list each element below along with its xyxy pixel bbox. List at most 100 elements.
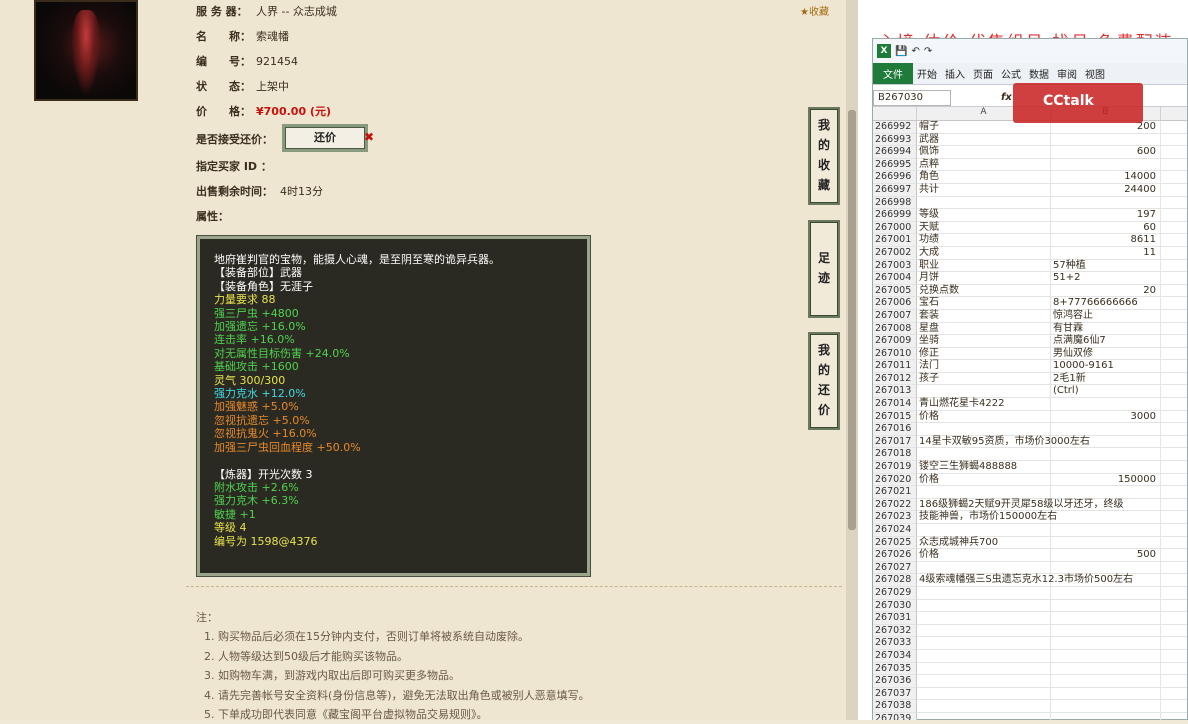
cell-b[interactable]: 51+2: [1051, 272, 1161, 285]
cell-a[interactable]: 坐骑: [917, 335, 1051, 348]
row-number[interactable]: 267007: [873, 309, 917, 323]
cell-b[interactable]: [1051, 423, 1161, 436]
cell-a[interactable]: 等级: [917, 209, 1051, 222]
cell-a[interactable]: 青山燃花星卡4222: [917, 398, 1051, 411]
row-number[interactable]: 267019: [873, 461, 917, 474]
row-number[interactable]: 267029: [873, 586, 917, 600]
cell-b[interactable]: [1051, 524, 1161, 537]
cell-b[interactable]: [1051, 700, 1161, 713]
cell-a[interactable]: 点粹: [917, 158, 1051, 172]
cell-b[interactable]: 惊鸿容止: [1051, 309, 1161, 323]
row-number[interactable]: 267006: [873, 297, 917, 310]
cell-a[interactable]: 法门: [917, 360, 1051, 373]
row-number[interactable]: 266997: [873, 183, 917, 197]
cell-b[interactable]: 有甘霖: [1051, 322, 1161, 336]
row-number[interactable]: 266996: [873, 171, 917, 184]
cell-a[interactable]: [917, 586, 1051, 600]
name-box[interactable]: B267030: [873, 89, 951, 106]
cell-a[interactable]: [917, 624, 1051, 638]
ribbon-tab[interactable]: 审阅: [1053, 66, 1081, 81]
cell-a[interactable]: [917, 561, 1051, 575]
row-number[interactable]: 267024: [873, 524, 917, 537]
cell-b[interactable]: 10000-9161: [1051, 360, 1161, 373]
cell-a[interactable]: [917, 196, 1051, 210]
row-number[interactable]: 267015: [873, 410, 917, 424]
cell-a[interactable]: 月饼: [917, 272, 1051, 285]
cell-b[interactable]: [1051, 133, 1161, 147]
row-number[interactable]: 267031: [873, 612, 917, 625]
cell-b[interactable]: [1051, 612, 1161, 625]
save-icon[interactable]: 💾: [895, 46, 907, 57]
cell-a[interactable]: [917, 423, 1051, 436]
cell-a[interactable]: 大成: [917, 246, 1051, 260]
cell-b[interactable]: [1051, 486, 1161, 499]
cell-b[interactable]: 3000: [1051, 410, 1161, 424]
ribbon-tab[interactable]: 开始: [913, 66, 941, 81]
cell-b[interactable]: [1051, 624, 1161, 638]
cell-a[interactable]: 价格: [917, 410, 1051, 424]
cell-a[interactable]: 功绩: [917, 234, 1051, 247]
row-number[interactable]: 267038: [873, 700, 917, 713]
row-number[interactable]: 267033: [873, 637, 917, 650]
row-number[interactable]: 266993: [873, 133, 917, 147]
cell-b[interactable]: 57种植: [1051, 259, 1161, 273]
row-number[interactable]: 267010: [873, 347, 917, 361]
redo-icon[interactable]: ↷: [924, 46, 932, 57]
row-number[interactable]: 267000: [873, 221, 917, 235]
cell-a[interactable]: 众志成城神兵700: [917, 536, 1051, 550]
cell-a[interactable]: 4级索魂幡强三S虫遗忘克水12.3市场价500左右: [917, 574, 1133, 587]
undo-icon[interactable]: ↶: [911, 46, 919, 57]
cell-b[interactable]: 600: [1051, 146, 1161, 159]
cell-a[interactable]: 孩子: [917, 372, 1051, 386]
row-number[interactable]: 266995: [873, 158, 917, 172]
row-number[interactable]: 267009: [873, 335, 917, 348]
row-number[interactable]: 267030: [873, 599, 917, 613]
ribbon-tab[interactable]: 公式: [997, 66, 1025, 81]
row-number[interactable]: 267036: [873, 675, 917, 688]
fx-icon[interactable]: fx: [1001, 92, 1012, 103]
close-icon[interactable]: ✖: [364, 130, 374, 144]
cell-a[interactable]: 修正: [917, 347, 1051, 361]
cell-a[interactable]: [917, 700, 1051, 713]
cell-b[interactable]: [1051, 398, 1161, 411]
footprint-tab[interactable]: 足迹: [808, 220, 840, 318]
row-number[interactable]: 266999: [873, 209, 917, 222]
row-number[interactable]: 267026: [873, 549, 917, 562]
cell-a[interactable]: [917, 637, 1051, 650]
cell-b[interactable]: [1051, 498, 1161, 512]
cell-a[interactable]: 共计: [917, 183, 1051, 197]
row-number[interactable]: 267037: [873, 687, 917, 701]
cell-b[interactable]: 20: [1051, 284, 1161, 298]
cell-b[interactable]: 男仙双修: [1051, 347, 1161, 361]
cell-b[interactable]: [1051, 675, 1161, 688]
row-number[interactable]: 267001: [873, 234, 917, 247]
cell-a[interactable]: [917, 712, 1051, 720]
cell-b[interactable]: [1051, 461, 1161, 474]
cell-a[interactable]: [917, 675, 1051, 688]
cell-b[interactable]: 2毛1新: [1051, 372, 1161, 386]
row-number[interactable]: 267023: [873, 511, 917, 524]
cell-a[interactable]: [917, 599, 1051, 613]
cell-a[interactable]: 天赋: [917, 221, 1051, 235]
cell-a[interactable]: [917, 662, 1051, 676]
cell-b[interactable]: [1051, 586, 1161, 600]
cell-b[interactable]: 8611: [1051, 234, 1161, 247]
cell-a[interactable]: 角色: [917, 171, 1051, 184]
cell-a[interactable]: [917, 687, 1051, 701]
cell-a[interactable]: [917, 649, 1051, 663]
cell-b[interactable]: [1051, 196, 1161, 210]
cell-b[interactable]: [1051, 687, 1161, 701]
row-number[interactable]: 267008: [873, 322, 917, 336]
row-number[interactable]: 267011: [873, 360, 917, 373]
row-number[interactable]: 267018: [873, 448, 917, 462]
cell-b[interactable]: 24400: [1051, 183, 1161, 197]
cell-b[interactable]: 500: [1051, 549, 1161, 562]
cell-b[interactable]: 14000: [1051, 171, 1161, 184]
cell-b[interactable]: 150000: [1051, 473, 1161, 487]
ribbon-tab[interactable]: 页面: [969, 66, 997, 81]
row-number[interactable]: 266998: [873, 196, 917, 210]
row-number[interactable]: 267034: [873, 649, 917, 663]
row-number[interactable]: 266992: [873, 121, 917, 134]
sheet-grid[interactable]: 266992 帽子 200 266993 武器 266994 佩饰 600 266995 点粹 26…: [873, 121, 1187, 720]
cell-b[interactable]: 197: [1051, 209, 1161, 222]
